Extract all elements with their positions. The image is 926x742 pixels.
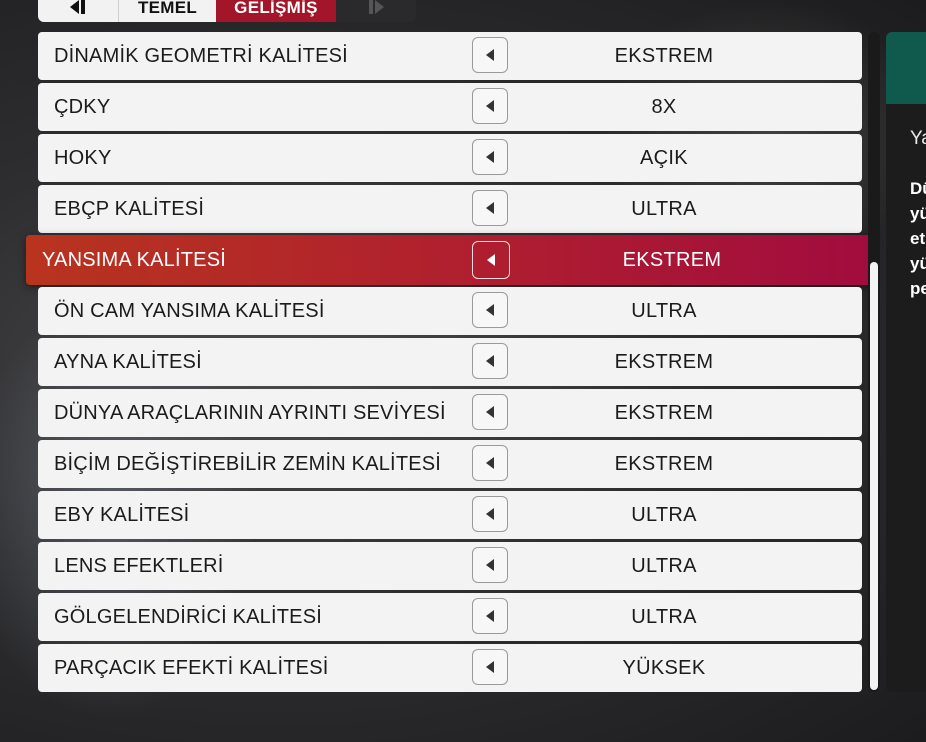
description-title: Ya bbox=[910, 128, 926, 149]
description-line: Dü bbox=[910, 179, 926, 198]
previous-value-button[interactable] bbox=[472, 190, 508, 226]
setting-value: ULTRA bbox=[631, 606, 697, 628]
setting-row[interactable]: GÖLGELENDİRİCİ KALİTESİ ULTRA bbox=[38, 593, 862, 641]
setting-row[interactable]: EBÇP KALİTESİ ULTRA bbox=[38, 185, 862, 233]
previous-value-button[interactable] bbox=[472, 496, 508, 532]
tab-prev-button[interactable] bbox=[38, 0, 118, 22]
setting-label: ÖN CAM YANSIMA KALİTESİ bbox=[54, 300, 325, 322]
setting-row[interactable]: HOKY AÇIK bbox=[38, 134, 862, 182]
setting-value: AÇIK bbox=[640, 147, 688, 169]
setting-value: ULTRA bbox=[631, 300, 697, 322]
previous-value-button[interactable] bbox=[472, 343, 508, 379]
setting-value: ULTRA bbox=[631, 198, 697, 220]
setting-label: DÜNYA ARAÇLARININ AYRINTI SEVİYESİ bbox=[54, 402, 446, 424]
scrollbar[interactable] bbox=[868, 32, 880, 692]
setting-value: EKSTREM bbox=[614, 45, 714, 67]
scrollbar-thumb[interactable] bbox=[870, 262, 878, 690]
previous-value-button[interactable] bbox=[472, 241, 510, 279]
setting-label: ÇDKY bbox=[54, 96, 111, 118]
description-panel-header bbox=[886, 32, 926, 104]
tab-bar: TEMEL GELİŞMİŞ bbox=[38, 0, 416, 22]
description-line: et bbox=[910, 229, 926, 248]
setting-row[interactable]: AYNA KALİTESİ EKSTREM bbox=[38, 338, 862, 386]
setting-label: EBY KALİTESİ bbox=[54, 504, 190, 526]
setting-value: 8X bbox=[651, 96, 677, 118]
setting-row[interactable]: DÜNYA ARAÇLARININ AYRINTI SEVİYESİ EKSTRE… bbox=[38, 389, 862, 437]
description-line: yü bbox=[910, 254, 926, 273]
previous-value-button[interactable] bbox=[472, 394, 508, 430]
tab-advanced[interactable]: GELİŞMİŞ bbox=[216, 0, 336, 22]
setting-label: YANSIMA KALİTESİ bbox=[42, 249, 227, 271]
tab-basic-label: TEMEL bbox=[137, 0, 198, 17]
setting-row[interactable]: LENS EFEKTLERİ ULTRA bbox=[38, 542, 862, 590]
setting-row[interactable]: PARÇACIK EFEKTİ KALİTESİ YÜKSEK bbox=[38, 644, 862, 692]
setting-value: YÜKSEK bbox=[622, 657, 706, 679]
setting-row[interactable]: EBY KALİTESİ ULTRA bbox=[38, 491, 862, 539]
setting-label: LENS EFEKTLERİ bbox=[54, 555, 224, 577]
setting-value: EKSTREM bbox=[614, 453, 714, 475]
setting-label: PARÇACIK EFEKTİ KALİTESİ bbox=[54, 657, 329, 679]
setting-label: BİÇİM DEĞİŞTİREBİLİR ZEMİN KALİTESİ bbox=[54, 453, 442, 475]
setting-row-selected[interactable]: YANSIMA KALİTESİ EKSTREM bbox=[26, 235, 874, 285]
tab-basic[interactable]: TEMEL bbox=[118, 0, 216, 22]
setting-label: AYNA KALİTESİ bbox=[54, 351, 202, 373]
setting-value: ULTRA bbox=[631, 504, 697, 526]
setting-row[interactable]: BİÇİM DEĞİŞTİREBİLİR ZEMİN KALİTESİ EKSTR… bbox=[38, 440, 862, 488]
description-text: Dü yü et yü pe bbox=[910, 176, 926, 301]
tab-next-button[interactable] bbox=[336, 0, 416, 22]
description-line: yü bbox=[910, 204, 926, 223]
setting-row[interactable]: ÇDKY 8X bbox=[38, 83, 862, 131]
previous-value-button[interactable] bbox=[472, 88, 508, 124]
setting-label: GÖLGELENDİRİCİ KALİTESİ bbox=[54, 606, 323, 628]
setting-row[interactable]: DİNAMİK GEOMETRİ KALİTESİ EKSTREM bbox=[38, 32, 862, 80]
setting-label: EBÇP KALİTESİ bbox=[54, 198, 205, 220]
setting-label: DİNAMİK GEOMETRİ KALİTESİ bbox=[54, 45, 348, 67]
previous-value-button[interactable] bbox=[472, 649, 508, 685]
setting-row[interactable]: ÖN CAM YANSIMA KALİTESİ ULTRA bbox=[38, 287, 862, 335]
tab-advanced-label: GELİŞMİŞ bbox=[234, 0, 318, 17]
previous-value-button[interactable] bbox=[472, 292, 508, 328]
previous-value-button[interactable] bbox=[472, 37, 508, 73]
setting-label: HOKY bbox=[54, 147, 112, 169]
description-line: pe bbox=[910, 279, 926, 298]
setting-value: EKSTREM bbox=[614, 402, 714, 424]
previous-value-button[interactable] bbox=[472, 139, 508, 175]
tab-next-icon bbox=[369, 0, 384, 14]
setting-value: ULTRA bbox=[631, 555, 697, 577]
description-panel: Ya Dü yü et yü pe bbox=[886, 32, 926, 692]
previous-value-button[interactable] bbox=[472, 445, 508, 481]
previous-value-button[interactable] bbox=[472, 547, 508, 583]
setting-value: EKSTREM bbox=[614, 351, 714, 373]
previous-value-button[interactable] bbox=[472, 598, 508, 634]
setting-value: EKSTREM bbox=[622, 249, 722, 271]
tab-prev-icon bbox=[70, 0, 85, 14]
